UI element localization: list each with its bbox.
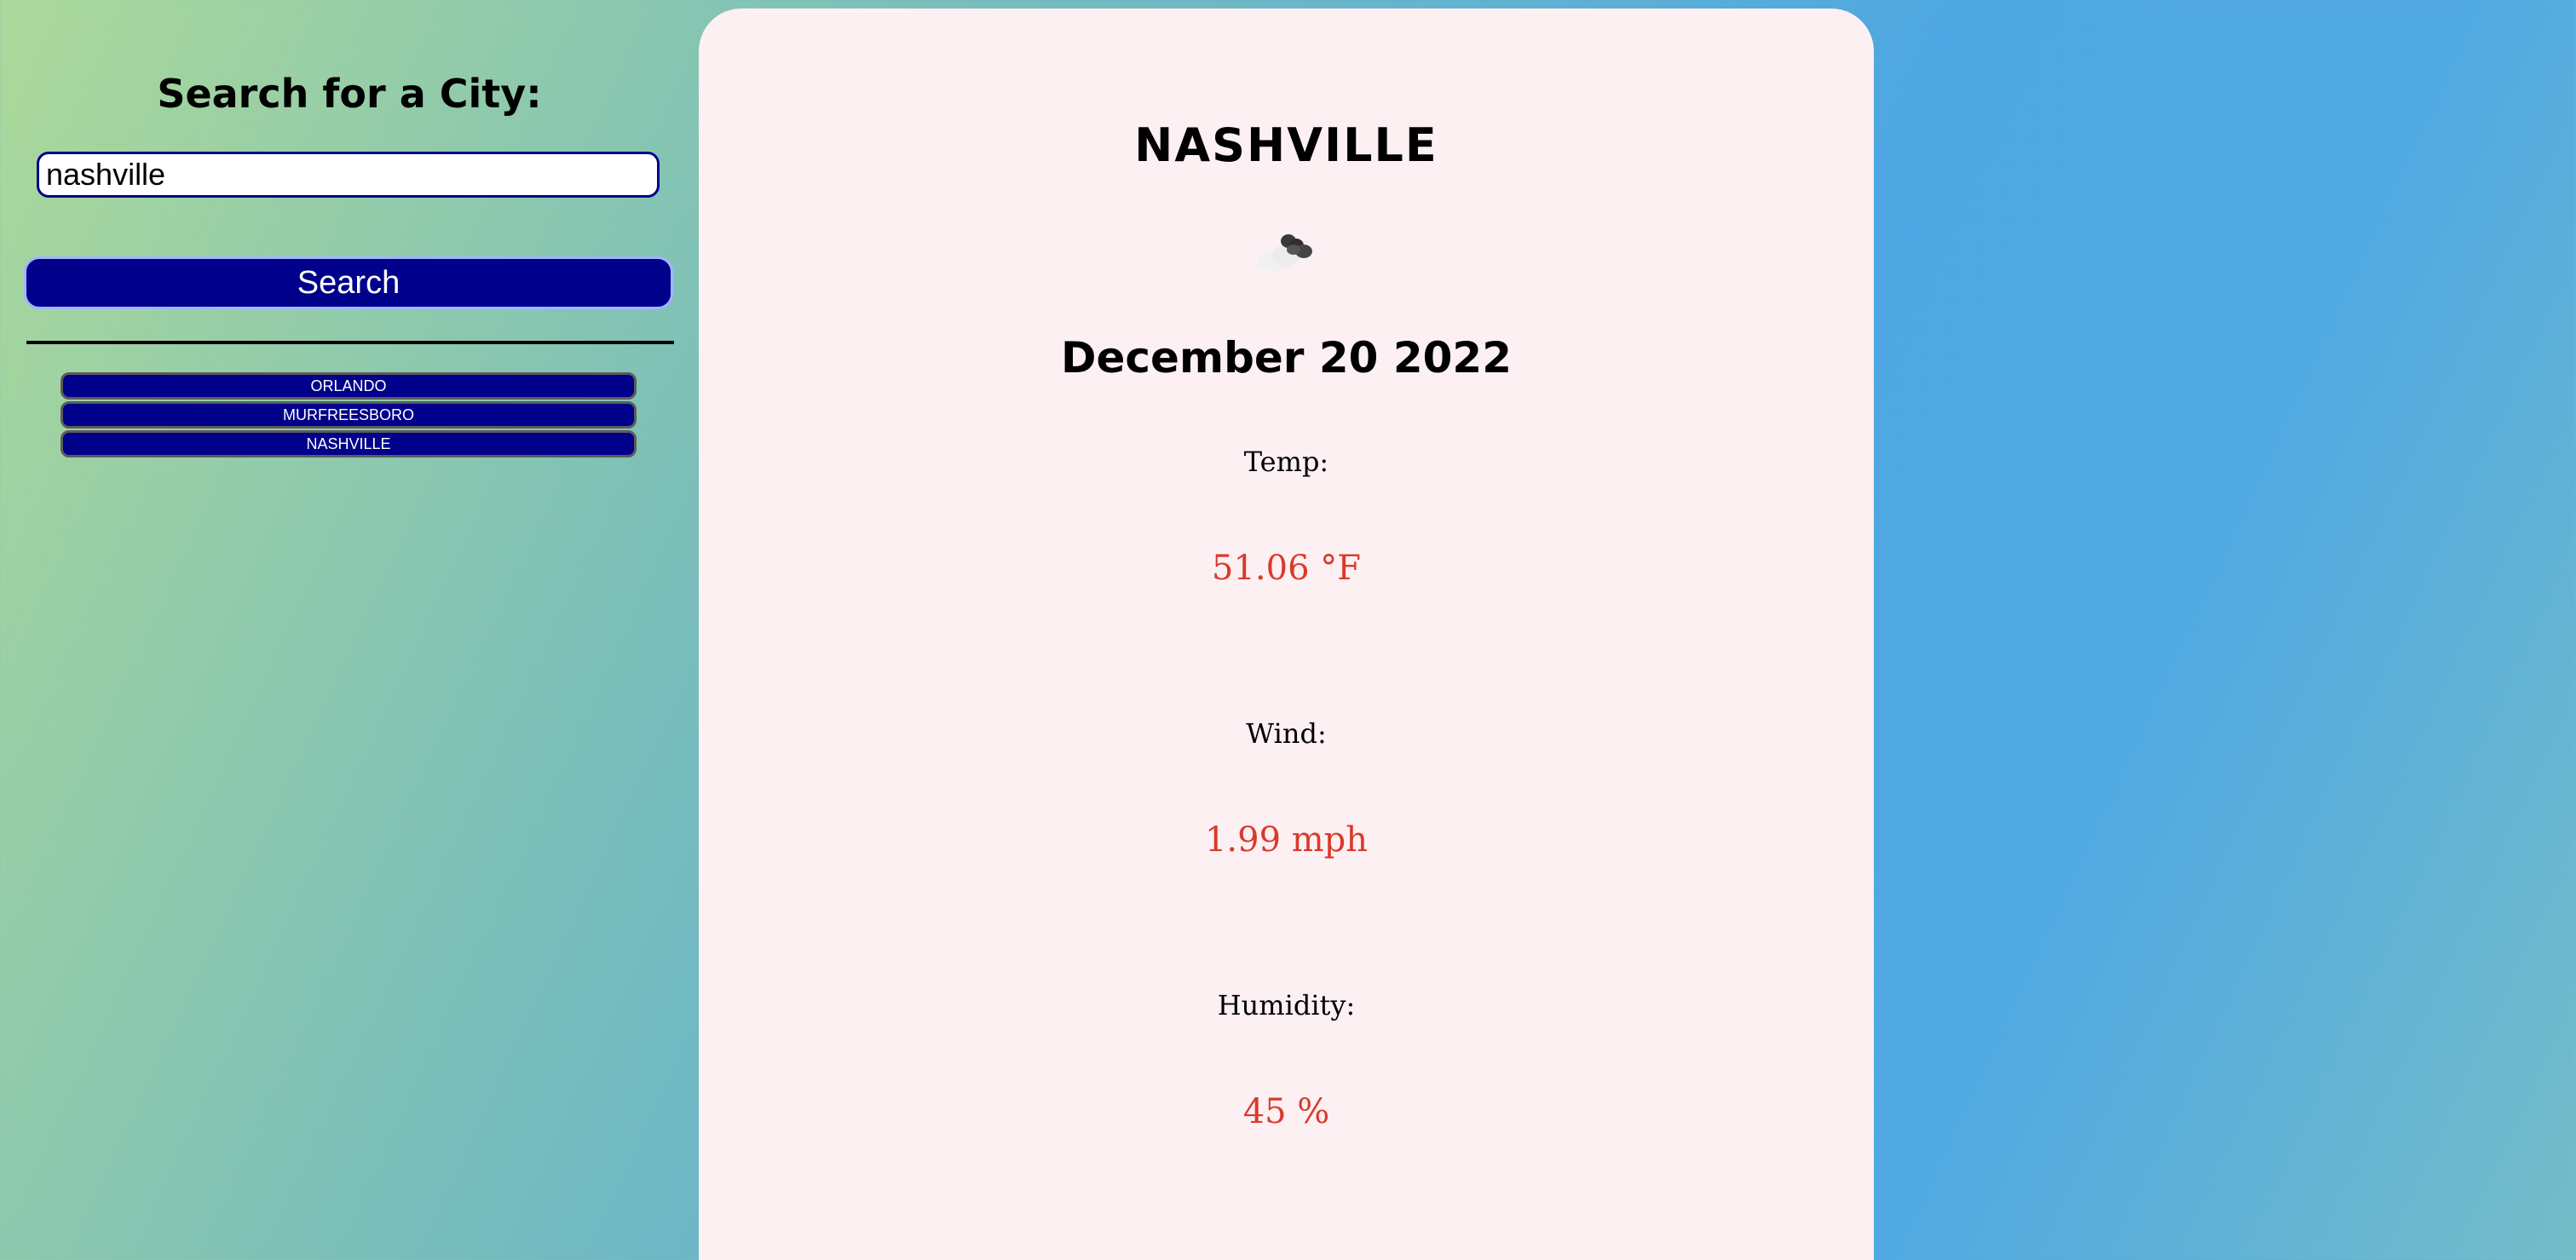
search-history-list: ORLANDO MURFREESBORO NASHVILLE (61, 372, 637, 459)
humidity-value: 45 % (1242, 1092, 1330, 1131)
search-button[interactable]: Search (24, 256, 673, 309)
temp-value: 51.06 °F (1212, 549, 1361, 588)
history-item-murfreesboro[interactable]: MURFREESBORO (61, 401, 637, 429)
humidity-label: Humidity: (1217, 989, 1356, 1021)
wind-label: Wind: (1246, 717, 1327, 750)
forecast-date: December 20 2022 (1061, 333, 1512, 383)
cloud-icon (1257, 234, 1312, 271)
divider (26, 341, 674, 344)
sidebar: Search for a City: Search ORLANDO MURFRE… (0, 0, 699, 1260)
weather-card: NASHVILLE December 20 2022 Temp: 51.06 °… (699, 9, 1874, 1260)
search-title: Search for a City: (157, 71, 542, 117)
history-item-orlando[interactable]: ORLANDO (61, 372, 637, 400)
temp-label: Temp: (1243, 446, 1329, 478)
city-search-input[interactable] (37, 152, 660, 198)
history-item-nashville[interactable]: NASHVILLE (61, 430, 637, 457)
city-name: NASHVILLE (1134, 118, 1438, 172)
wind-value: 1.99 mph (1204, 820, 1369, 860)
